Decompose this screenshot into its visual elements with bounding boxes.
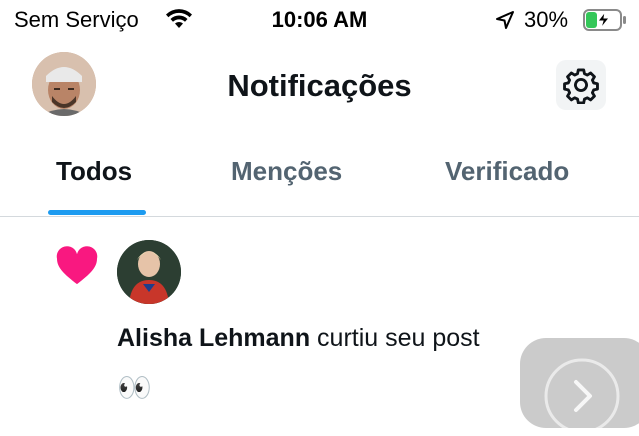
divider: [0, 216, 639, 217]
tab-bar: Todos Menções Verificado: [0, 146, 639, 218]
battery-percent: 30%: [524, 7, 569, 32]
page-title: Notificações: [227, 68, 412, 103]
settings-button[interactable]: [556, 60, 606, 110]
notification-text: Alisha Lehmann curtiu seu post: [117, 324, 480, 353]
user-name[interactable]: Alisha Lehmann: [117, 324, 310, 352]
tab-mencoes[interactable]: Menções: [231, 156, 342, 187]
post-preview: 👀: [117, 372, 152, 403]
gear-icon: [563, 68, 599, 104]
tab-todos[interactable]: Todos: [56, 156, 132, 187]
chevron-right-icon: [544, 358, 620, 434]
battery-charging-icon: [583, 9, 626, 31]
user-photo: [117, 240, 181, 304]
location-arrow-icon: [496, 11, 514, 29]
active-tab-indicator: [48, 210, 146, 215]
assistive-touch-button[interactable]: [520, 338, 639, 434]
header: Notificações: [0, 46, 639, 122]
user-avatar[interactable]: [117, 240, 181, 304]
status-bar: Sem Serviço 10:06 AM 30%: [0, 0, 639, 40]
heart-icon: [56, 246, 98, 285]
tab-verificado[interactable]: Verificado: [445, 156, 569, 187]
notification-action: curtiu seu post: [310, 324, 480, 352]
